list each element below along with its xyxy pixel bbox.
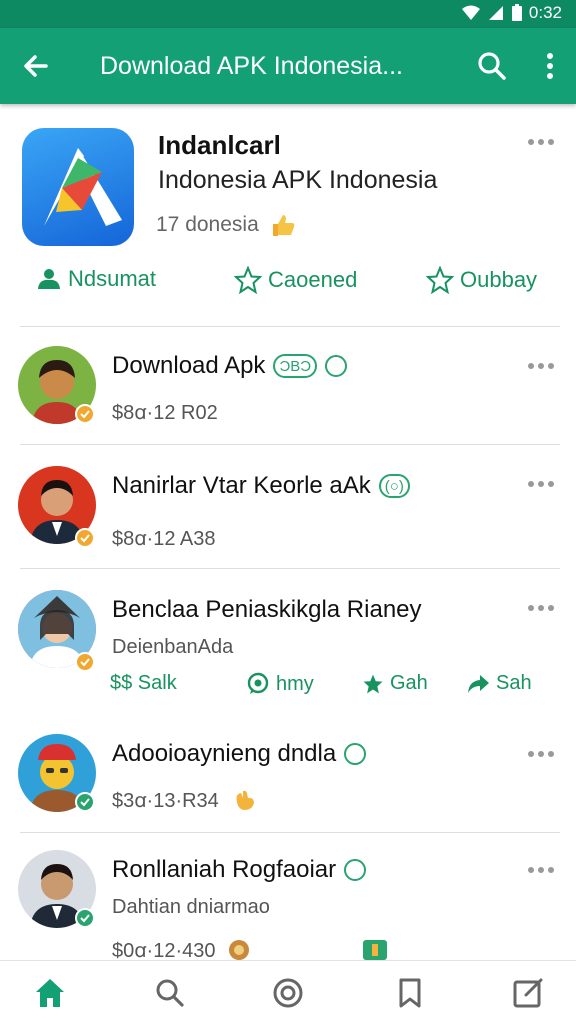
search-icon[interactable] <box>152 975 188 1011</box>
action-oubbay[interactable]: Oubbay <box>426 266 537 294</box>
refresh-icon <box>344 743 367 765</box>
social-label: hmy <box>276 672 314 695</box>
item-title: Nanirlar Vtar Keorle aAk (○) <box>112 472 410 500</box>
app-actions: Ndsumat Caoened Oubbay <box>0 266 576 306</box>
action-label: Oubbay <box>460 267 538 292</box>
signal-icon <box>488 6 503 20</box>
whatsapp-icon <box>247 672 269 694</box>
item-subtitle-text: $3ꭤ·13·R34 <box>112 790 219 812</box>
action-caoened[interactable]: Caoened <box>234 266 357 294</box>
item-title: Download Apk ƆBƆ <box>112 352 348 380</box>
social-label: Gah <box>390 672 428 694</box>
item-title: Adooioaynieng dndla <box>112 740 367 768</box>
star-icon <box>234 266 262 294</box>
person-icon <box>38 269 60 289</box>
social-actions: $$ Salk hmy Gah Sah <box>0 672 576 708</box>
verified-badge-icon <box>75 404 95 424</box>
status-icons: 0:32 <box>461 3 562 23</box>
item-more-icon[interactable] <box>526 746 556 762</box>
social-label: Sah <box>496 672 532 694</box>
bookmark-icon[interactable] <box>392 975 428 1011</box>
social-salk[interactable]: $$ Salk <box>110 672 177 695</box>
tag-badge: (○) <box>378 474 410 498</box>
action-ndsumat[interactable]: Ndsumat <box>36 266 156 292</box>
edit-icon[interactable] <box>510 975 546 1011</box>
refresh-icon <box>344 859 367 881</box>
back-arrow-icon[interactable] <box>18 48 54 84</box>
list-item[interactable]: Ronllaniah Rogfaoiar Dahtian dniarmao $0… <box>0 832 576 963</box>
action-label: Caoened <box>268 267 358 292</box>
app-header: Indanlcarl Indonesia APK Indonesia 17 do… <box>0 104 576 328</box>
list-item[interactable]: Nanirlar Vtar Keorle aAk (○) $8ꭤ·12 A38 <box>0 444 576 568</box>
verified-badge-icon <box>75 528 95 548</box>
overflow-menu-icon[interactable] <box>532 48 568 84</box>
social-sah[interactable]: Sah <box>466 672 532 695</box>
wifi-icon <box>461 5 480 20</box>
verified-badge-icon <box>75 908 95 928</box>
item-title: Benclaa Peniaskikgla Rianey <box>112 596 422 623</box>
share-icon <box>468 674 489 693</box>
item-more-icon[interactable] <box>526 600 556 616</box>
star-icon <box>426 266 454 294</box>
search-icon[interactable] <box>474 48 510 84</box>
item-title-text: Ronllaniah Rogfaoiar <box>112 856 337 883</box>
gift-icon <box>363 940 387 960</box>
battery-icon <box>511 4 522 21</box>
verified-badge-icon <box>75 792 95 812</box>
star-icon <box>363 674 383 693</box>
item-title-text: Adooioaynieng dndla <box>112 740 337 767</box>
thumbs-up-icon <box>272 215 295 236</box>
status-time: 0:32 <box>528 3 562 22</box>
emoji-icon <box>229 939 250 960</box>
social-gah[interactable]: Gah <box>362 672 428 695</box>
refresh-icon <box>325 355 348 377</box>
bottom-nav <box>0 960 576 1024</box>
list-item[interactable]: Adooioaynieng dndla $3ꭤ·13·R34 <box>0 714 576 832</box>
waving-hand-icon <box>236 790 254 810</box>
verified-badge-icon <box>75 652 95 672</box>
app-meta-text: 17 donesia <box>156 213 259 236</box>
item-meta-text: $0ꭤ·12·430 <box>112 940 216 962</box>
item-title-text: Nanirlar Vtar Keorle aAk <box>112 472 371 499</box>
social-label: $$ Salk <box>110 672 177 694</box>
social-hmy[interactable]: hmy <box>246 672 314 696</box>
item-more-icon[interactable] <box>526 358 556 374</box>
app-meta: 17 donesia <box>156 212 297 238</box>
discover-icon[interactable] <box>270 975 306 1011</box>
item-subtitle: Dahtian dniarmao <box>112 896 270 918</box>
item-meta: $0ꭤ·12·430 <box>112 936 251 963</box>
item-title-text: Download Apk <box>112 352 266 379</box>
item-subtitle: DeienbanAda <box>112 636 234 658</box>
page-title: Download APK Indonesia... <box>100 52 403 80</box>
action-label: Ndsumat <box>68 266 157 291</box>
home-icon[interactable] <box>32 975 68 1011</box>
item-subtitle: $8ꭤ·12 A38 <box>112 528 216 550</box>
app-name: Indanlcarl <box>158 130 281 160</box>
app-subtitle: Indonesia APK Indonesia <box>158 166 438 194</box>
list-item[interactable]: Download Apk ƆBƆ $8ꭤ·12 R02 <box>0 326 576 444</box>
item-more-icon[interactable] <box>526 862 556 878</box>
status-bar: 0:32 <box>0 0 576 28</box>
item-subtitle: $3ꭤ·13·R34 <box>112 786 257 813</box>
item-more-icon[interactable] <box>526 476 556 492</box>
item-title: Ronllaniah Rogfaoiar <box>112 856 367 884</box>
app-bar: Download APK Indonesia... <box>0 28 576 104</box>
tag-badge: ƆBƆ <box>273 354 318 378</box>
item-subtitle: $8ꭤ·12 R02 <box>112 402 218 424</box>
app-more-icon[interactable] <box>526 134 556 150</box>
app-logo-icon[interactable] <box>22 128 134 246</box>
